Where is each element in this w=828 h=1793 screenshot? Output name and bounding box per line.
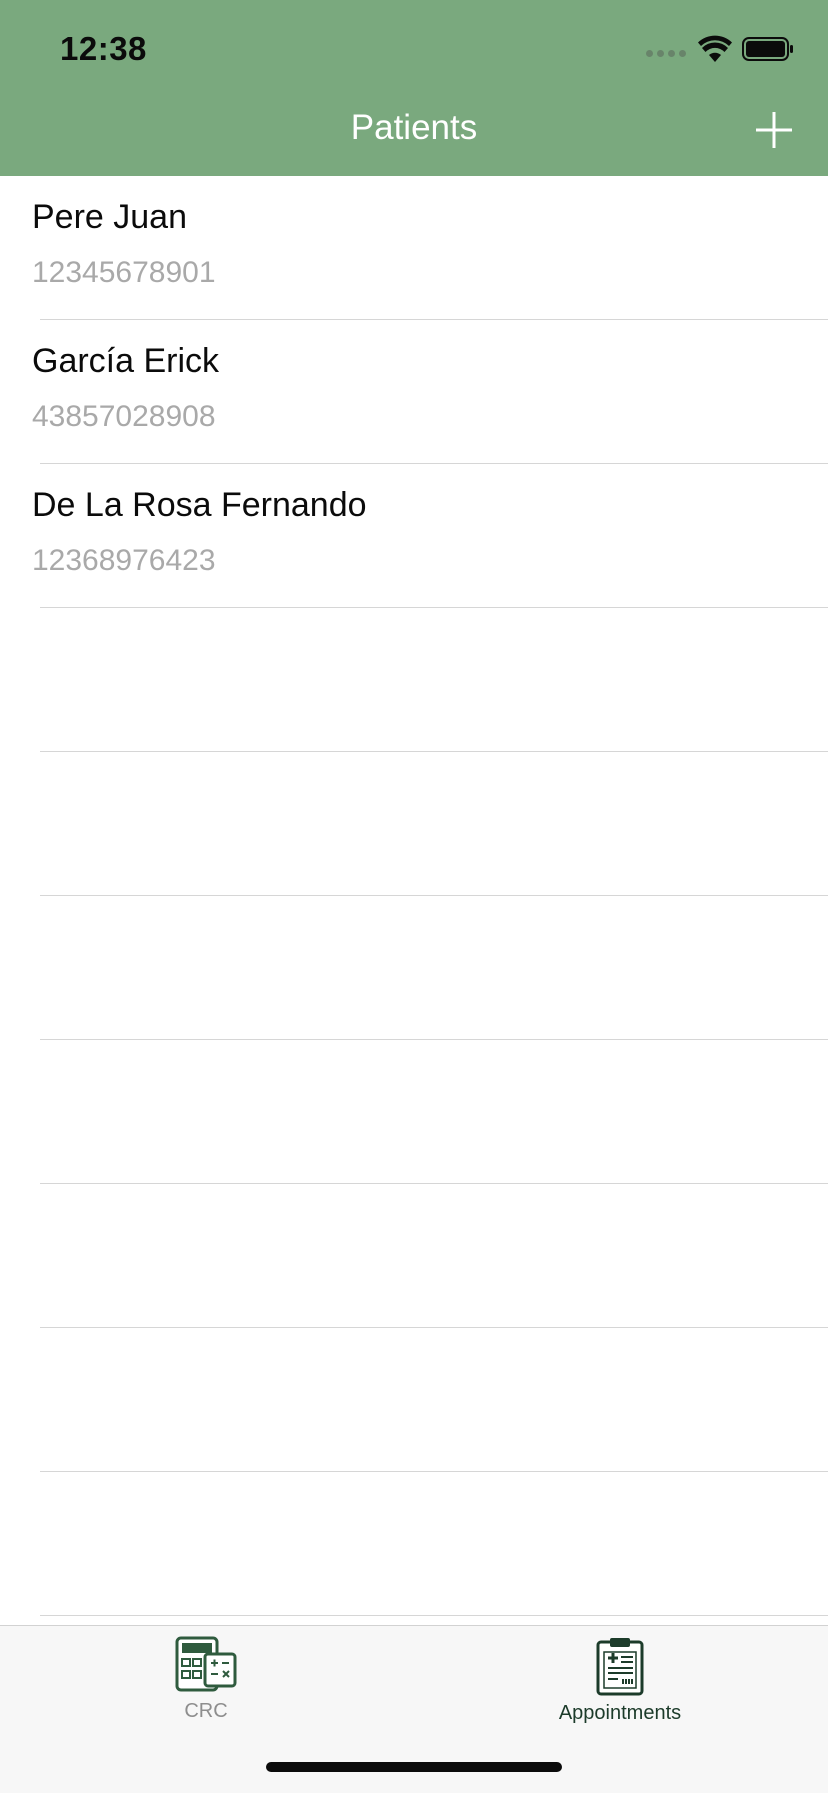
empty-row xyxy=(40,752,828,896)
home-indicator[interactable] xyxy=(266,1762,562,1772)
status-time: 12:38 xyxy=(60,30,147,67)
tab-appointments-label: Appointments xyxy=(558,1702,682,1724)
empty-row xyxy=(40,608,828,752)
calculator-icon xyxy=(175,1636,237,1692)
battery-icon xyxy=(742,37,793,61)
tab-crc[interactable]: CRC xyxy=(106,1636,306,1723)
tab-crc-label: CRC xyxy=(184,1700,228,1722)
status-icons xyxy=(646,34,794,64)
add-patient-button[interactable] xyxy=(754,110,794,150)
patient-id: 12345678901 xyxy=(32,256,216,289)
signal-icon xyxy=(646,49,686,57)
patient-name: Pere Juan xyxy=(32,198,187,236)
empty-row xyxy=(40,896,828,1040)
patient-name: De La Rosa Fernando xyxy=(32,486,367,524)
patient-row[interactable]: García Erick 43857028908 xyxy=(32,320,828,464)
empty-row xyxy=(40,1472,828,1616)
patient-row[interactable]: Pere Juan 12345678901 xyxy=(32,176,828,320)
tab-appointments[interactable]: Appointments xyxy=(520,1636,720,1725)
clipboard-medical-icon xyxy=(596,1638,644,1696)
empty-row xyxy=(40,1184,828,1328)
empty-row xyxy=(40,1040,828,1184)
empty-row xyxy=(40,1328,828,1472)
patient-id: 12368976423 xyxy=(32,544,216,577)
wifi-icon xyxy=(698,35,732,62)
patient-row[interactable]: De La Rosa Fernando 12368976423 xyxy=(32,464,828,608)
navigation-header: 12:38 Patients xyxy=(0,0,828,176)
patients-list: Pere Juan 12345678901 García Erick 43857… xyxy=(0,176,828,1760)
patient-id: 43857028908 xyxy=(32,400,216,433)
patient-name: García Erick xyxy=(32,342,220,380)
page-title: Patients xyxy=(350,108,478,147)
